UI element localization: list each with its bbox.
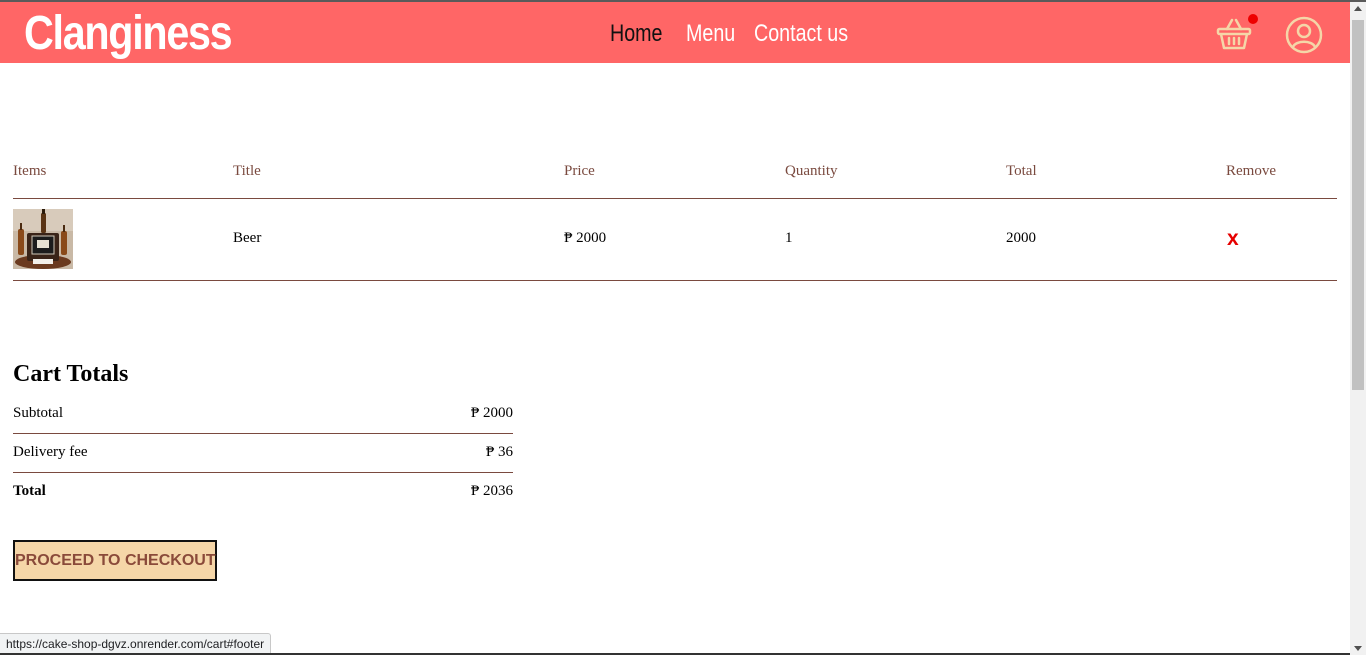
total-label: Total <box>13 483 46 499</box>
nav-home-link[interactable]: Home <box>610 18 663 50</box>
nav-contact-link[interactable]: Contact us <box>754 18 848 50</box>
column-header-price: Price <box>564 163 595 179</box>
site-logo[interactable]: Clanginess <box>24 4 233 64</box>
item-price: ₱ 2000 <box>564 230 607 246</box>
delivery-fee-row: Delivery fee ₱ 36 <box>13 434 513 473</box>
column-header-items: Items <box>13 163 47 179</box>
scroll-up-arrow-icon[interactable] <box>1354 6 1362 11</box>
nav-menu-link[interactable]: Menu <box>686 18 735 50</box>
subtotal-row: Subtotal ₱ 2000 <box>13 395 513 434</box>
delivery-fee-label: Delivery fee <box>13 444 88 460</box>
scrollbar-thumb[interactable] <box>1352 20 1364 390</box>
cart-item-row: Beer ₱ 2000 1 2000 x <box>13 199 1337 281</box>
subtotal-value: ₱ 2000 <box>470 405 513 421</box>
cart-items-table: Items Title Price Quantity Total Remove <box>13 150 1337 281</box>
cart-totals: Cart Totals Subtotal ₱ 2000 Delivery fee… <box>13 360 513 512</box>
profile-icon[interactable] <box>1285 16 1323 54</box>
vertical-scrollbar[interactable] <box>1350 2 1366 655</box>
total-row: Total ₱ 2036 <box>13 473 513 512</box>
beer-cake-thumbnail <box>13 209 73 269</box>
item-quantity: 1 <box>785 230 793 246</box>
remove-item-button[interactable]: x <box>1227 227 1239 251</box>
proceed-to-checkout-button[interactable]: PROCEED TO CHECKOUT <box>13 540 217 581</box>
delivery-fee-value: ₱ 36 <box>485 444 513 460</box>
status-bar-url: https://cake-shop-dgvz.onrender.com/cart… <box>0 633 272 655</box>
main-nav: Home Menu Contact us <box>610 18 869 50</box>
cart-notification-dot <box>1248 14 1258 24</box>
column-header-total: Total <box>1006 163 1037 179</box>
subtotal-label: Subtotal <box>13 405 64 421</box>
item-total: 2000 <box>1006 230 1036 246</box>
basket-icon[interactable] <box>1216 16 1252 52</box>
total-value: ₱ 2036 <box>470 483 513 499</box>
scroll-down-arrow-icon[interactable] <box>1354 646 1362 651</box>
cart-table-header: Items Title Price Quantity Total Remove <box>13 150 1337 199</box>
cart-totals-heading: Cart Totals <box>13 361 129 387</box>
column-header-title: Title <box>233 163 261 179</box>
column-header-remove: Remove <box>1226 163 1276 179</box>
column-header-quantity: Quantity <box>785 163 838 179</box>
navbar: Clanginess Home Menu Contact us <box>0 2 1350 63</box>
item-title: Beer <box>233 230 262 246</box>
